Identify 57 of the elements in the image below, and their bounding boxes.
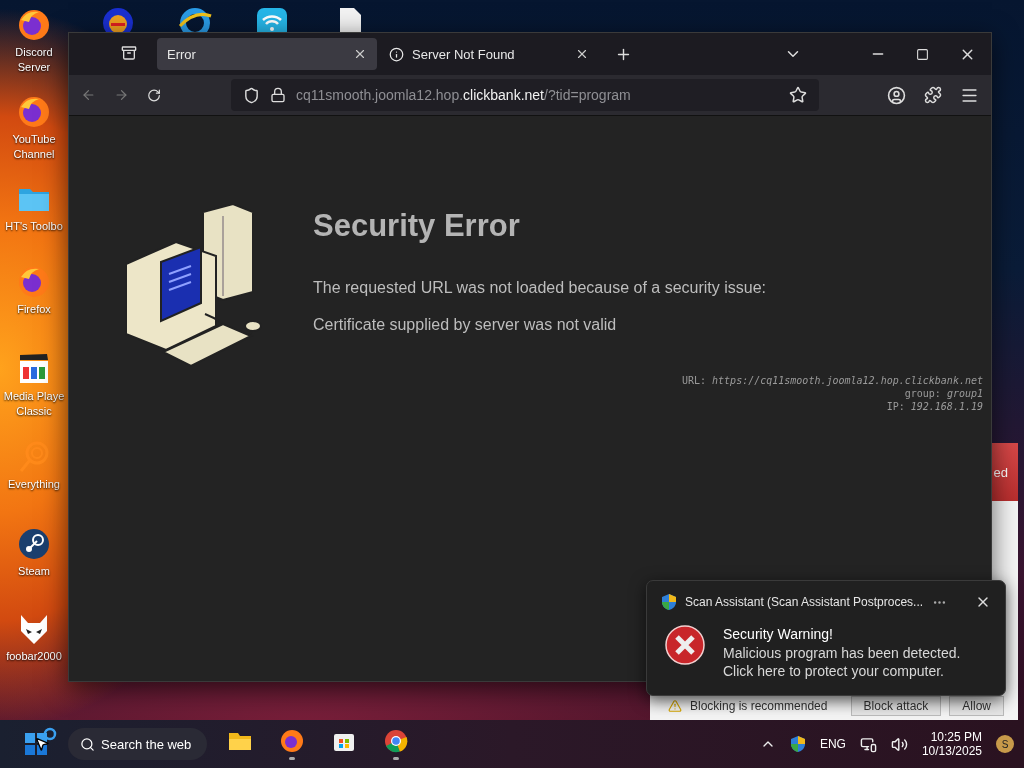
firefox-icon[interactable] (280, 728, 305, 753)
language-indicator[interactable]: ENG (819, 737, 846, 751)
error-title: Security Error (313, 208, 521, 244)
maximize-icon[interactable] (916, 47, 929, 61)
tab-title: Error (167, 46, 197, 62)
bookmark-star-icon[interactable] (789, 86, 807, 104)
ring-icon (43, 727, 57, 741)
detail-text: IP: 192.168.1.19 (886, 400, 983, 413)
search-icon (80, 736, 95, 752)
wifi-icon[interactable] (255, 6, 289, 32)
notification-text: Click here to protect your computer. (723, 662, 945, 680)
clock[interactable]: 10:25 PM 10/13/2025 (921, 730, 982, 758)
notification-toast[interactable]: Scan Assistant (Scan Assistant Postproces... Security Warning! Malicious program has been detected. Click here to protect your computer. (646, 580, 1006, 696)
shield-icon[interactable] (789, 735, 806, 753)
firefox-icon[interactable] (17, 8, 51, 42)
url-text: cq11smooth.joomla12.hop.clickbank.net/?tid=program (296, 87, 632, 103)
running-indicator (289, 756, 296, 760)
warning-text: Blocking is recommended (690, 699, 829, 713)
notification-app-name: Scan Assistant (Scan Assistant Postproces... (685, 595, 924, 609)
notification-title: Security Warning! (723, 625, 834, 644)
steam-icon[interactable] (17, 527, 51, 561)
running-indicator (393, 756, 400, 760)
error-icon (665, 625, 705, 665)
tab-title: Server Not Found (412, 46, 516, 62)
extensions-icon[interactable] (924, 86, 942, 104)
lock-icon[interactable] (270, 87, 286, 103)
notification-text: Malicious program has been detected. (723, 644, 961, 662)
browser-tab[interactable]: Error (157, 38, 377, 70)
error-message: The requested URL was not loaded because of a security issue: (313, 278, 767, 298)
player-icon[interactable] (17, 352, 51, 386)
icon-label[interactable]: Discord Server (15, 45, 53, 75)
ie-icon[interactable] (178, 6, 212, 32)
account-icon[interactable] (887, 85, 906, 105)
address-bar[interactable]: cq11smooth.joomla12.hop.clickbank.net/?tid=program (231, 79, 819, 111)
volume-icon[interactable] (890, 735, 908, 753)
chrome-icon[interactable] (384, 728, 409, 753)
icon-label[interactable]: foobar2000 (6, 649, 62, 664)
error-message: Certificate supplied by server was not valid (313, 315, 618, 335)
icon-label[interactable]: YouTube Channel (12, 132, 56, 162)
shield-icon[interactable] (243, 86, 260, 104)
window-title: ed (993, 464, 1008, 480)
tab-list-icon[interactable] (121, 45, 137, 61)
search-button[interactable]: Search the web (68, 728, 208, 760)
detail-text: group: group1 (904, 387, 983, 400)
dialog-button[interactable]: Block attack (850, 696, 942, 716)
dialog-button[interactable]: Allow (949, 696, 1004, 716)
cursor-icon (34, 736, 50, 752)
browser-tab[interactable]: Server Not Found (379, 38, 599, 70)
close-tab-icon[interactable] (353, 47, 367, 61)
network-icon[interactable] (859, 735, 877, 753)
detail-text: URL: https://cq11smooth.joomla12.hop.clickbank.net (681, 374, 983, 387)
warning-icon (668, 699, 682, 713)
info-icon (389, 46, 404, 62)
shield-icon (661, 593, 677, 611)
close-tab-icon[interactable] (575, 47, 589, 61)
icon-label[interactable]: Steam (18, 564, 50, 579)
user-avatar[interactable]: S (996, 735, 1014, 753)
